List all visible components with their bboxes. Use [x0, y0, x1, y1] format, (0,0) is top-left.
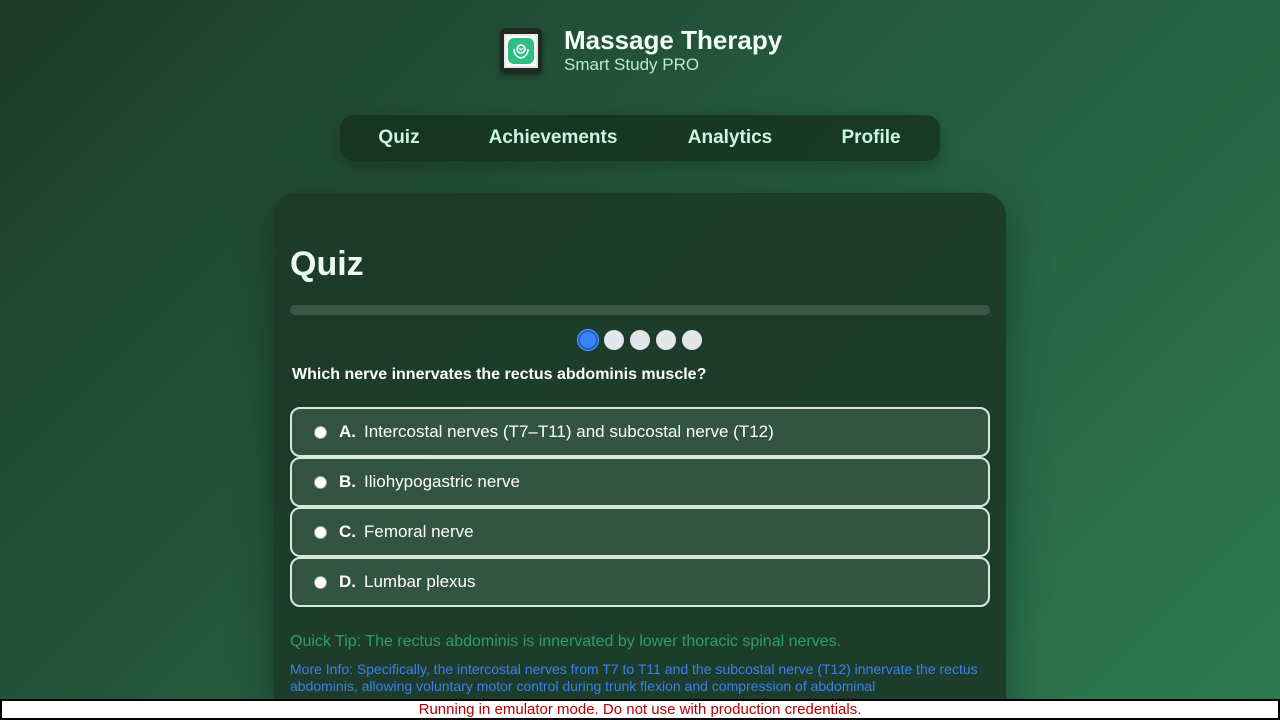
option-letter: B.	[339, 472, 356, 491]
question-dot-1[interactable]	[578, 330, 598, 350]
nav-quiz[interactable]: Quiz	[378, 115, 419, 161]
app-subtitle: Smart Study PRO	[564, 55, 700, 74]
app-title: Massage Therapy	[564, 25, 783, 55]
main-nav: Quiz Achievements Analytics Profile	[340, 115, 940, 161]
option-text: Iliohypogastric nerve	[364, 472, 520, 491]
question-dot-2[interactable]	[604, 330, 624, 350]
option-text: Intercostal nerves (T7–T11) and subcosta…	[364, 422, 774, 441]
more-info: More Info: Specifically, the intercostal…	[290, 661, 978, 694]
nav-profile[interactable]: Profile	[841, 115, 900, 161]
quiz-title: Quiz	[290, 245, 364, 283]
radio-button[interactable]	[314, 525, 327, 539]
answer-option-c[interactable]: C. Femoral nerve	[290, 507, 990, 557]
emulator-warning-banner: Running in emulator mode. Do not use wit…	[0, 699, 1280, 720]
quiz-card: Quiz Which nerve innervates the rectus a…	[274, 193, 1006, 720]
radio-button[interactable]	[314, 575, 327, 589]
question-dot-3[interactable]	[630, 330, 650, 350]
option-letter: A.	[339, 422, 356, 441]
option-text: Femoral nerve	[364, 522, 474, 541]
option-letter: D.	[339, 572, 356, 591]
quick-tip: Quick Tip: The rectus abdominis is inner…	[290, 633, 842, 650]
massage-hands-icon	[508, 37, 534, 64]
option-letter: C.	[339, 522, 356, 541]
answer-option-b[interactable]: B. Iliohypogastric nerve	[290, 457, 990, 507]
quiz-progress-bar	[290, 305, 990, 315]
question-text: Which nerve innervates the rectus abdomi…	[292, 366, 707, 383]
app-logo	[500, 27, 542, 74]
answer-option-d[interactable]: D. Lumbar plexus	[290, 557, 990, 607]
option-text: Lumbar plexus	[364, 572, 476, 591]
app-header: Massage Therapy Smart Study PRO	[500, 26, 782, 75]
answer-options: A. Intercostal nerves (T7–T11) and subco…	[290, 407, 990, 607]
radio-button[interactable]	[314, 475, 327, 489]
nav-achievements[interactable]: Achievements	[489, 115, 618, 161]
radio-button[interactable]	[314, 425, 327, 439]
question-dot-5[interactable]	[682, 330, 702, 350]
question-dots	[274, 330, 1006, 350]
answer-option-a[interactable]: A. Intercostal nerves (T7–T11) and subco…	[290, 407, 990, 457]
nav-analytics[interactable]: Analytics	[688, 115, 772, 161]
question-dot-4[interactable]	[656, 330, 676, 350]
